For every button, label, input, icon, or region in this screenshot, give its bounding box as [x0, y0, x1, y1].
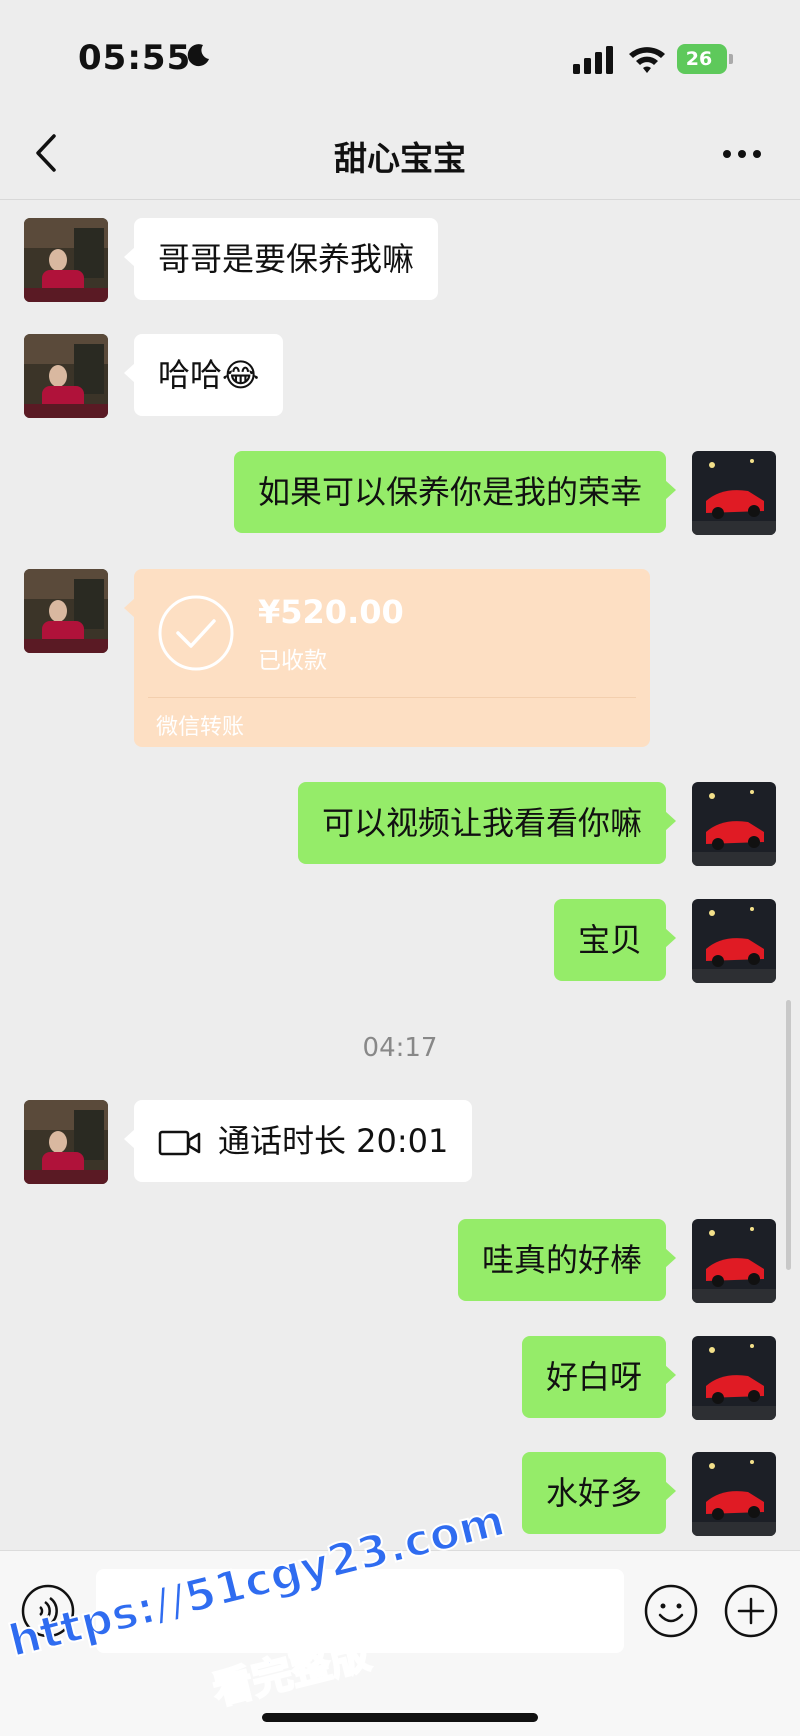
transfer-label: 微信转账	[156, 715, 245, 740]
contact-avatar[interactable]	[24, 1100, 108, 1184]
message-bubble-outgoing[interactable]: 好白呀	[521, 1336, 677, 1418]
home-indicator	[262, 1713, 538, 1722]
call-duration: 通话时长 20:01	[218, 1122, 449, 1160]
battery-tip	[729, 54, 733, 64]
contact-avatar[interactable]	[24, 569, 108, 653]
status-bar: 05:55 26	[0, 0, 800, 110]
my-avatar[interactable]	[692, 782, 776, 866]
message-bubble-outgoing[interactable]: 水好多	[521, 1452, 677, 1534]
video-camera-icon	[158, 1130, 201, 1156]
message-bubble-outgoing[interactable]: 如果可以保养你是我的荣幸	[233, 451, 677, 533]
transfer-amount: ¥520.00	[258, 593, 404, 631]
scrollbar[interactable]	[786, 1000, 791, 1270]
message-bubble-incoming[interactable]: 哈哈😂	[123, 334, 284, 416]
my-avatar[interactable]	[692, 1219, 776, 1303]
transfer-card[interactable]: ¥520.00 已收款 微信转账	[124, 569, 650, 747]
battery-level: 26	[685, 48, 713, 70]
message-bubble-incoming[interactable]: 哥哥是要保养我嘛	[123, 218, 439, 300]
chat-title: 甜心宝宝	[334, 139, 466, 178]
message-text: 哈哈😂	[158, 356, 260, 394]
moon-icon	[187, 44, 209, 67]
cellular-signal-icon	[573, 46, 613, 74]
contact-avatar[interactable]	[24, 334, 108, 418]
message-bubble-outgoing[interactable]: 宝贝	[553, 899, 677, 981]
wifi-icon	[629, 47, 665, 73]
contact-avatar[interactable]	[24, 218, 108, 302]
message-text: 如果可以保养你是我的荣幸	[257, 473, 642, 511]
emoji-icon[interactable]	[643, 1583, 699, 1639]
divider	[148, 697, 636, 698]
my-avatar[interactable]	[692, 1336, 776, 1420]
battery-indicator: 26	[677, 44, 733, 74]
input-bar	[0, 1550, 800, 1736]
message-bubble-outgoing[interactable]: 可以视频让我看看你嘛	[297, 782, 677, 864]
my-avatar[interactable]	[692, 1452, 776, 1536]
message-text: 哥哥是要保养我嘛	[158, 240, 415, 278]
timestamp: 04:17	[362, 1033, 438, 1063]
message-text: 可以视频让我看看你嘛	[321, 804, 642, 842]
plus-icon[interactable]	[723, 1583, 779, 1639]
status-time: 05:55	[78, 38, 192, 78]
message-bubble-outgoing[interactable]: 哇真的好棒	[457, 1219, 677, 1301]
call-record-bubble[interactable]: 通话时长 20:01	[123, 1100, 473, 1182]
message-input[interactable]	[96, 1569, 624, 1653]
my-avatar[interactable]	[692, 451, 776, 535]
more-dots-icon[interactable]	[718, 134, 766, 174]
chat-messages[interactable]: 哥哥是要保养我嘛 哈哈😂 如果可以保养你是我的荣幸 ¥520.00 已收款 微信…	[0, 200, 800, 1550]
message-text: 水好多	[545, 1474, 642, 1512]
message-text: 宝贝	[577, 921, 642, 959]
transfer-status: 已收款	[258, 648, 327, 674]
my-avatar[interactable]	[692, 899, 776, 983]
message-text: 哇真的好棒	[481, 1241, 642, 1279]
nav-bar: 甜心宝宝	[0, 110, 800, 200]
voice-icon[interactable]	[20, 1583, 76, 1639]
check-circle-icon	[158, 595, 234, 671]
message-text: 好白呀	[545, 1358, 642, 1396]
